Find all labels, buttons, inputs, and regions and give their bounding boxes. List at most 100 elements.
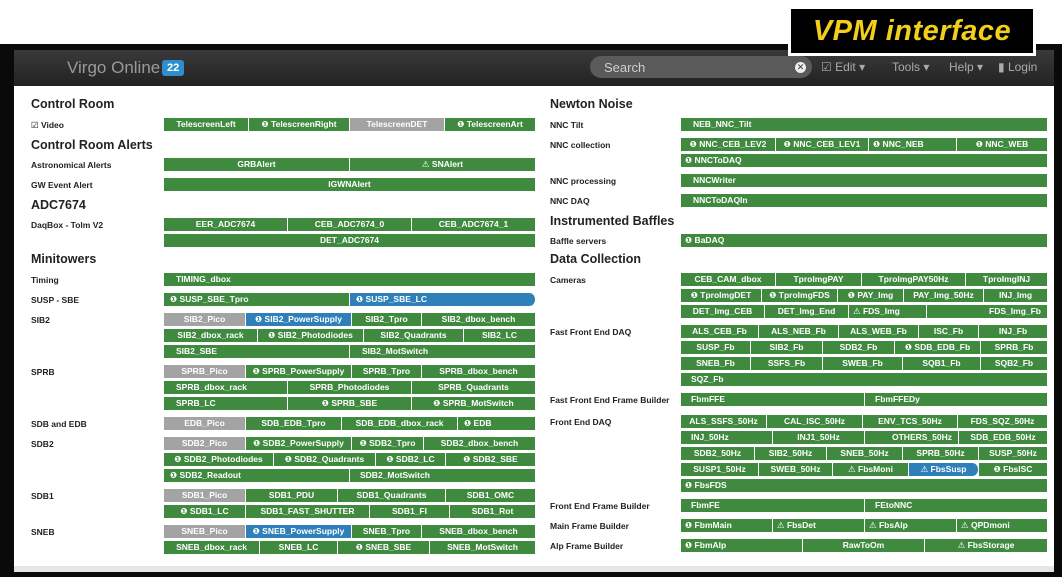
btn-sib2-fb[interactable]: SIB2_Fb [751,341,823,354]
btn-fbs-storage[interactable]: ⚠ FbsStorage [925,539,1048,552]
brand-title[interactable]: Virgo Online [67,58,160,78]
btn-sdb2-quadrants[interactable]: ❶ SDB2_Quadrants [274,453,376,466]
btn-env-tcs-50hz[interactable]: ENV_TCS_50Hz [863,415,958,428]
btn-tproimg-det[interactable]: ❶ TproImgDET [681,289,762,302]
btn-tproimg-inj[interactable]: TproImgINJ [966,273,1048,286]
btn-fbmffedy[interactable]: FbmFFEDy [865,393,1048,406]
btn-telescreen-right[interactable]: ❶ TelescreenRight [249,118,350,131]
btn-als-ssfs-50hz[interactable]: ALS_SSFS_50Hz [681,415,767,428]
btn-raw-to-om[interactable]: RawToOm [803,539,925,552]
btn-fbs-fds[interactable]: ❶ FbsFDS [681,479,1048,492]
btn-sib2-motswitch[interactable]: SIB2_MotSwitch [350,345,536,358]
btn-sdb1-lc[interactable]: ❶ SDB1_LC [164,505,246,518]
btn-susp-fb[interactable]: SUSP_Fb [681,341,751,354]
btn-sprb-motswitch[interactable]: ❶ SPRB_MotSwitch [412,397,536,410]
btn-als-neb-fb[interactable]: ALS_NEB_Fb [759,325,839,338]
btn-det-adc7674[interactable]: DET_ADC7674 [164,234,536,247]
btn-fbs-susp[interactable]: ⚠ FbsSusp [909,463,979,476]
btn-sdb-edb-tpro[interactable]: SDB_EDB_Tpro [246,417,342,430]
btn-sneb-dbox-rack[interactable]: SNEB_dbox_rack [164,541,260,554]
btn-sneb-lc[interactable]: SNEB_LC [260,541,338,554]
btn-sib2-photodiodes[interactable]: ❶ SIB2_Photodiodes [258,329,364,342]
btn-sib2-sbe[interactable]: SIB2_SBE [164,345,350,358]
btn-inj-50hz[interactable]: INJ_50Hz [681,431,773,444]
btn-sdb2-pico[interactable]: SDB2_Pico [164,437,246,450]
btn-fbmfe[interactable]: FbmFE [681,499,865,512]
btn-neb-nnc-tilt[interactable]: NEB_NNC_Tilt [681,118,1048,131]
btn-sdb2-photodiodes[interactable]: ❶ SDB2_Photodiodes [164,453,274,466]
btn-sneb-powersupply[interactable]: ❶ SNEB_PowerSupply [246,525,352,538]
menu-help[interactable]: Help ▾ [949,60,983,74]
btn-sib2-pico[interactable]: SIB2_Pico [164,313,246,326]
btn-sneb-dbox-bench[interactable]: SNEB_dbox_bench [422,525,536,538]
btn-sdb2-fb[interactable]: SDB2_Fb [823,341,895,354]
btn-sn-alert[interactable]: ⚠ SNAlert [350,158,536,171]
btn-det-img-end[interactable]: DET_Img_End [765,305,849,318]
btn-pay-img-50hz[interactable]: PAY_Img_50Hz [904,289,984,302]
btn-sneb-pico[interactable]: SNEB_Pico [164,525,246,538]
btn-sweb-fb[interactable]: SWEB_Fb [823,357,903,370]
btn-sqb1-fb[interactable]: SQB1_Fb [903,357,981,370]
btn-ceb-adc7674-1[interactable]: CEB_ADC7674_1 [412,218,536,231]
btn-sdb1-pico[interactable]: SDB1_Pico [164,489,246,502]
btn-sprb-dbox-bench[interactable]: SPRB_dbox_bench [422,365,536,378]
btn-sprb-sbe[interactable]: ❶ SPRB_SBE [288,397,412,410]
btn-sweb-50hz[interactable]: SWEB_50Hz [759,463,833,476]
btn-sdb-edb-50hz[interactable]: SDB_EDB_50Hz [959,431,1048,444]
btn-sib2-dbox-bench[interactable]: SIB2_dbox_bench [422,313,536,326]
btn-igwn-alert[interactable]: IGWNAlert [164,178,536,191]
menu-tools[interactable]: Tools ▾ [892,60,929,74]
btn-fbs-alp[interactable]: ⚠ FbsAlp [865,519,957,532]
btn-susp1-50hz[interactable]: SUSP1_50Hz [681,463,759,476]
btn-sprb-lc[interactable]: SPRB_LC [164,397,288,410]
btn-sdb2-lc[interactable]: ❶ SDB2_LC [376,453,446,466]
btn-sib2-tpro[interactable]: SIB2_Tpro [352,313,422,326]
btn-fbm-main[interactable]: ❶ FbmMain [681,519,773,532]
btn-sprb-photodiodes[interactable]: SPRB_Photodiodes [288,381,412,394]
btn-sib2-lc[interactable]: SIB2_LC [464,329,536,342]
btn-inj-fb[interactable]: INJ_Fb [979,325,1048,338]
btn-fbs-det[interactable]: ⚠ FbsDet [773,519,865,532]
btn-tproimg-pay50hz[interactable]: TproImgPAY50Hz [862,273,966,286]
btn-sib2-powersupply[interactable]: ❶ SIB2_PowerSupply [246,313,352,326]
btn-others-50hz[interactable]: OTHERS_50Hz [865,431,959,444]
btn-sib2-dbox-rack[interactable]: SIB2_dbox_rack [164,329,258,342]
login-link[interactable]: ▮ Login [998,60,1037,74]
btn-sib2-50hz[interactable]: SIB2_50Hz [755,447,827,460]
btn-sdb2-sbe[interactable]: ❶ SDB2_SBE [446,453,536,466]
btn-nnc-writer[interactable]: NNCWriter [681,174,1048,187]
btn-sprb-tpro[interactable]: SPRB_Tpro [352,365,422,378]
btn-sprb-50hz[interactable]: SPRB_50Hz [903,447,979,460]
btn-sprb-pico[interactable]: SPRB_Pico [164,365,246,378]
btn-susp-50hz[interactable]: SUSP_50Hz [979,447,1048,460]
btn-sdb-edb-fb[interactable]: ❶ SDB_EDB_Fb [895,341,981,354]
btn-sdb2-powersupply[interactable]: ❶ SDB2_PowerSupply [246,437,352,450]
btn-sprb-fb[interactable]: SPRB_Fb [981,341,1048,354]
btn-sneb-fb[interactable]: SNEB_Fb [681,357,751,370]
btn-pay-img[interactable]: ❶ PAY_Img [838,289,904,302]
btn-sdb1-pdu[interactable]: SDB1_PDU [246,489,338,502]
btn-fbm-alp[interactable]: ❶ FbmAlp [681,539,803,552]
btn-sdb2-motswitch[interactable]: SDB2_MotSwitch [350,469,536,482]
btn-tproimg-pay[interactable]: TproImgPAY [776,273,862,286]
btn-inj-img[interactable]: INJ_Img [984,289,1048,302]
btn-telescreen-art[interactable]: ❶ TelescreenArt [445,118,536,131]
btn-badaq[interactable]: ❶ BaDAQ [681,234,1048,247]
btn-sib2-quadrants[interactable]: SIB2_Quadrants [364,329,464,342]
btn-inj1-50hz[interactable]: INJ1_50Hz [773,431,865,444]
btn-sdb1-fi[interactable]: SDB1_FI [370,505,450,518]
btn-sprb-powersupply[interactable]: ❶ SPRB_PowerSupply [246,365,352,378]
label-video[interactable]: ☑ Video [31,120,64,131]
btn-telescreen-det[interactable]: TelescreenDET [350,118,445,131]
btn-nnc-to-daq[interactable]: ❶ NNCToDAQ [681,154,1048,167]
btn-sdb-edb-dbox-rack[interactable]: SDB_EDB_dbox_rack [342,417,458,430]
btn-edb-pico[interactable]: EDB_Pico [164,417,246,430]
btn-sneb-sbe[interactable]: ❶ SNEB_SBE [338,541,430,554]
btn-tproimg-fds[interactable]: ❶ TproImgFDS [762,289,838,302]
btn-ssfs-fb[interactable]: SSFS_Fb [751,357,823,370]
search-input[interactable] [590,56,812,78]
btn-sqz-fb[interactable]: SQZ_Fb [681,373,1048,386]
btn-sdb2-readout[interactable]: ❶ SDB2_Readout [164,469,350,482]
btn-ceb-cam-dbox[interactable]: CEB_CAM_dbox [681,273,776,286]
btn-sdb2-50hz[interactable]: SDB2_50Hz [681,447,755,460]
